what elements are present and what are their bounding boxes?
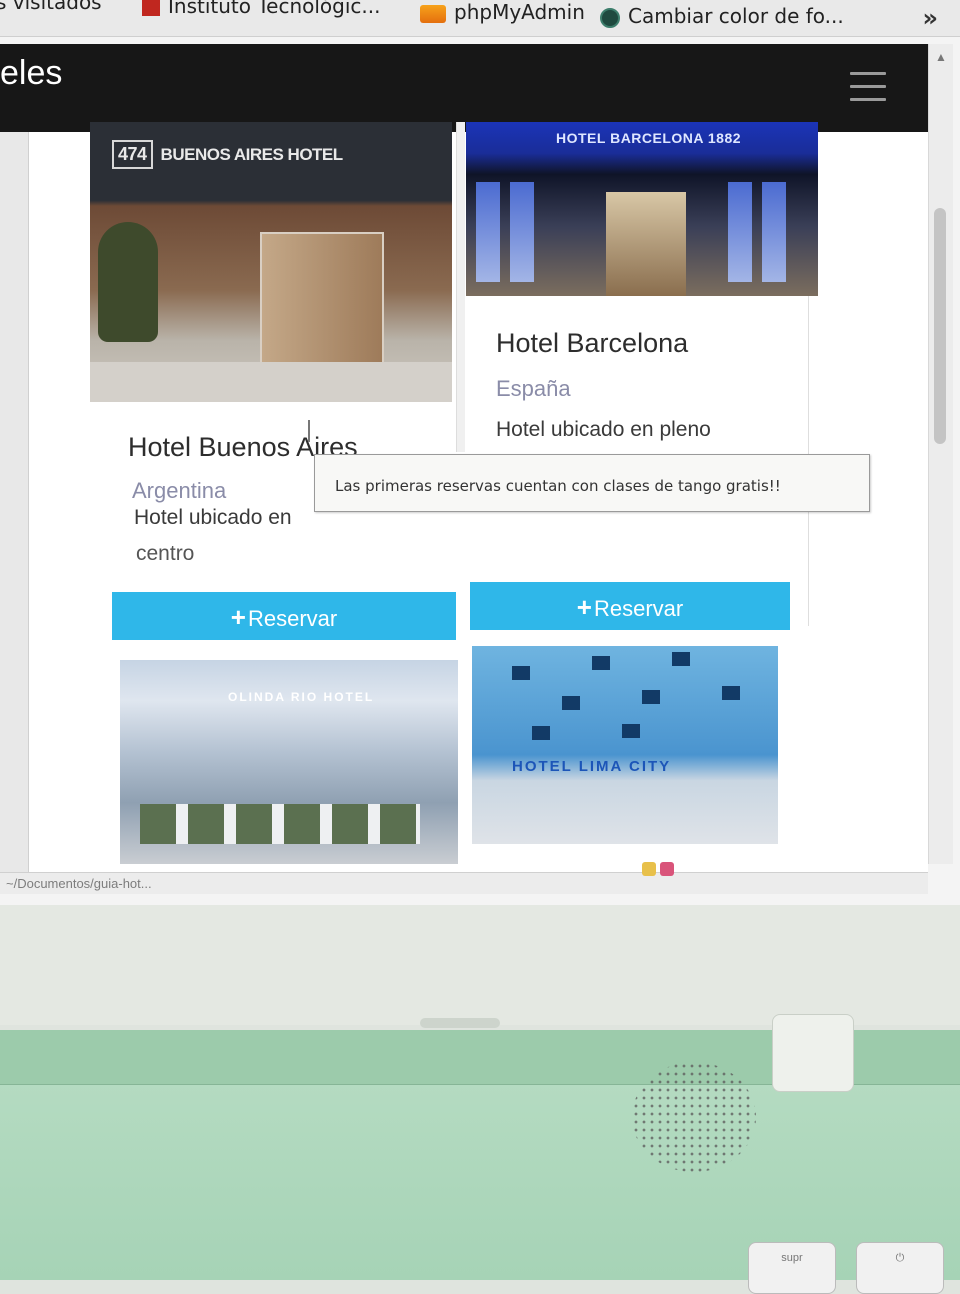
plus-icon: + <box>230 602 246 632</box>
reservar-label: Reservar <box>247 606 338 631</box>
hinge-right <box>772 1014 854 1092</box>
page-scrollbar[interactable]: ▲ <box>928 44 953 864</box>
hinge <box>420 1018 500 1028</box>
reservar-label: Reservar <box>593 596 684 621</box>
bookmark-label: Instituto Tecnológic... <box>168 0 381 18</box>
hotel-logo: 474 <box>112 140 153 169</box>
status-bar: ~/Documentos/guia-hot... <box>0 862 928 894</box>
hotel-lima-image: HOTEL LIMA CITY <box>472 646 778 844</box>
bookmark-label: s visitados <box>0 0 102 14</box>
site-navbar: eles <box>0 44 930 132</box>
hotel-description: Hotel ubicado en pleno <box>496 418 711 441</box>
globe-icon <box>600 7 620 28</box>
screen-bezel <box>0 905 960 1025</box>
bookmark-most-visited[interactable]: s visitados <box>0 0 102 14</box>
page-content: 474 BUENOS AIRES HOTEL HOTEL BARCELONA 18… <box>0 122 928 872</box>
hotel-buenos-aires-image: 474 BUENOS AIRES HOTEL <box>90 122 452 402</box>
speaker-grille <box>632 1062 756 1172</box>
reservar-button[interactable]: +Reservar <box>112 592 456 640</box>
hotel-barcelona-image: HOTEL BARCELONA 1882 <box>466 122 818 296</box>
more-bookmarks-chevron-icon[interactable]: » <box>922 4 938 32</box>
hotel-country: Argentina <box>132 478 227 503</box>
image-sign: OLINDA RIO HOTEL <box>228 690 375 704</box>
bookmark-phpmyadmin[interactable]: phpMyAdmin <box>420 0 585 24</box>
card-divider <box>456 122 465 452</box>
hotel-country: España <box>496 376 571 401</box>
institute-icon <box>142 0 160 16</box>
bookmark-cambiar-color[interactable]: Cambiar color de fo... <box>600 4 844 28</box>
text-cursor <box>308 420 310 442</box>
image-sign: HOTEL LIMA CITY <box>512 758 672 775</box>
tooltip: Las primeras reservas cuentan con clases… <box>314 454 870 512</box>
site-brand[interactable]: eles <box>0 54 62 93</box>
bookmark-label: Cambiar color de fo... <box>628 4 844 28</box>
system-tray <box>642 861 678 883</box>
power-icon: ⏻ <box>895 1252 905 1264</box>
status-path: ~/Documentos/guia-hot... <box>6 876 152 891</box>
hotel-title: Hotel Barcelona <box>496 328 689 358</box>
phpmyadmin-icon <box>420 4 446 23</box>
reservar-button[interactable]: +Reservar <box>470 582 790 630</box>
scroll-up-icon[interactable]: ▲ <box>935 50 947 64</box>
bookmark-label: phpMyAdmin <box>454 0 585 24</box>
image-sign: HOTEL BARCELONA 1882 <box>556 130 742 146</box>
tray-app-icon[interactable] <box>660 862 674 876</box>
bookmarks-toolbar: s visitados Instituto Tecnológic... phpM… <box>0 0 960 37</box>
hamburger-icon[interactable] <box>850 72 886 111</box>
tray-app-icon[interactable] <box>642 862 656 876</box>
power-key[interactable]: ⏻ <box>856 1242 944 1294</box>
laptop-screen: s visitados Instituto Tecnológic... phpM… <box>0 0 960 905</box>
left-panel-edge <box>0 132 29 872</box>
scrollbar-thumb[interactable] <box>934 208 946 444</box>
plus-icon: + <box>576 592 592 622</box>
bookmark-instituto[interactable]: Instituto Tecnológic... <box>142 0 381 18</box>
hotel-description-continued: centro <box>136 542 195 565</box>
hotel-description: Hotel ubicado en <box>134 506 292 529</box>
image-sign: BUENOS AIRES HOTEL <box>160 145 344 164</box>
keyboard-key-supr[interactable]: supr <box>748 1242 836 1294</box>
hotel-olinda-image: OLINDA RIO HOTEL <box>120 660 458 864</box>
